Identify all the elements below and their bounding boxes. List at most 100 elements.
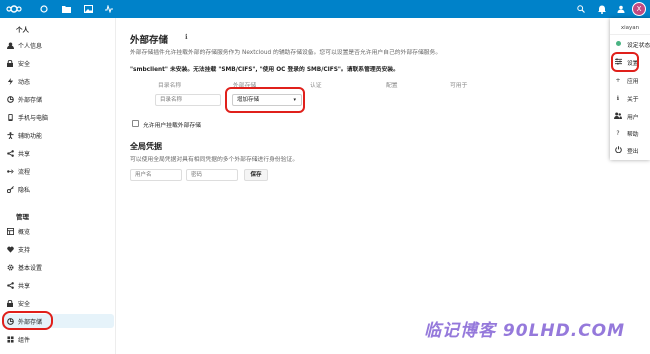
gear-icon — [5, 262, 15, 272]
password-input[interactable] — [186, 169, 238, 181]
sidebar-item-admin-sharing[interactable]: 共享 — [2, 278, 114, 292]
save-button[interactable]: 保存 — [244, 169, 268, 181]
search-icon[interactable] — [575, 3, 587, 15]
menu-item-label: 用户 — [627, 114, 639, 121]
sidebar-item-support[interactable]: 支持 — [2, 242, 114, 256]
sidebar-item-label: 组件 — [18, 336, 31, 344]
global-credentials-title: 全局凭据 — [130, 142, 162, 151]
flow-icon — [5, 166, 15, 176]
external-storage-icon — [5, 94, 15, 104]
allow-user-mount-label[interactable]: 允许用户挂载外部存储 — [143, 120, 201, 129]
user-avatar-button[interactable]: X — [632, 2, 646, 16]
sidebar-highlight-ring — [2, 311, 53, 330]
share-icon — [5, 280, 15, 290]
nextcloud-logo-icon[interactable] — [6, 3, 22, 15]
sidebar-item-personal-info[interactable]: 个人信息 — [2, 38, 114, 52]
menu-item-label: 设定状态 — [627, 42, 650, 49]
sidebar-item-sharing[interactable]: 共享 — [2, 146, 114, 160]
sidebar-item-basic-settings[interactable]: 基本设置 — [2, 260, 114, 274]
sidebar-item-external-storage[interactable]: 外部存储 — [2, 92, 114, 106]
sidebar-item-flow[interactable]: 流程 — [2, 164, 114, 178]
page-description: 外部存储插件允许挂载外部的存储服务作为 Nextcloud 的辅助存储设备。您可… — [130, 50, 442, 56]
menu-item-label: 帮助 — [627, 131, 639, 138]
sidebar-item-label: 支持 — [18, 246, 31, 254]
menu-item-apps[interactable]: + 应用 — [614, 75, 639, 85]
column-header-folder: 目录名称 — [158, 83, 182, 89]
sidebar-item-label: 共享 — [18, 150, 31, 158]
menu-username: xiayan — [620, 25, 640, 31]
privacy-key-icon — [5, 184, 15, 194]
info-icon[interactable]: ℹ — [185, 33, 188, 41]
menu-divider — [610, 34, 650, 35]
admin-section-caption: 管理 — [16, 213, 29, 221]
person-icon — [5, 40, 15, 50]
settings-sidebar: 个人 个人信息 安全 动态 外部存储 手机与电脑 辅助功能 共享 流程 隐私 管… — [0, 18, 116, 354]
help-icon: ? — [616, 129, 620, 137]
sidebar-item-label: 概览 — [18, 228, 31, 236]
column-header-auth: 认证 — [310, 83, 322, 89]
sidebar-item-label: 手机与电脑 — [18, 114, 49, 122]
files-folder-icon[interactable] — [60, 3, 72, 15]
sidebar-item-accessibility[interactable]: 辅助功能 — [2, 128, 114, 142]
sidebar-item-overview[interactable]: 概览 — [2, 224, 114, 238]
sidebar-item-label: 安全 — [18, 60, 31, 68]
menu-item-label: 关于 — [627, 96, 639, 103]
phone-icon — [5, 112, 15, 122]
lock-icon — [5, 58, 15, 68]
plus-icon: + — [615, 76, 621, 84]
share-icon — [5, 148, 15, 158]
sidebar-item-apps[interactable]: 组件 — [2, 332, 114, 346]
sidebar-item-label: 共享 — [18, 282, 31, 290]
support-icon — [5, 244, 15, 254]
sidebar-item-label: 个人信息 — [18, 42, 43, 50]
sidebar-item-activity[interactable]: 动态 — [2, 74, 114, 88]
menu-item-help[interactable]: ? 帮助 — [614, 128, 639, 138]
menu-item-label: 登出 — [627, 148, 639, 155]
column-header-config: 配置 — [386, 83, 398, 89]
column-header-available-for: 可用于 — [450, 83, 468, 89]
sidebar-item-label: 安全 — [18, 300, 31, 308]
sidebar-item-label: 动态 — [18, 78, 31, 86]
info-icon: ℹ — [616, 94, 620, 102]
global-credentials-description: 可以使用全局凭据对具有相同凭据的多个外部存储进行身份验证。 — [130, 157, 299, 163]
add-storage-highlight-ring — [225, 87, 305, 113]
top-bar: X — [0, 0, 650, 18]
user-menu: xiayan 设定状态 设置 + 应用 ℹ 关于 用户 ? 帮助 登出 — [610, 18, 650, 160]
sidebar-item-privacy[interactable]: 隐私 — [2, 182, 114, 196]
activity-icon — [5, 76, 15, 86]
overview-icon — [5, 226, 15, 236]
sidebar-item-label: 隐私 — [18, 186, 31, 194]
notifications-icon[interactable] — [596, 3, 608, 15]
menu-item-set-status[interactable]: 设定状态 — [614, 39, 650, 49]
watermark-text: 临记博客 90LHD.COM — [424, 321, 626, 341]
sidebar-item-label: 基本设置 — [18, 264, 43, 272]
menu-item-label: 应用 — [627, 78, 639, 85]
sidebar-item-label: 辅助功能 — [18, 132, 43, 140]
lock-icon — [5, 298, 15, 308]
sidebar-item-admin-security[interactable]: 安全 — [2, 296, 114, 310]
sidebar-item-label: 外部存储 — [18, 96, 43, 104]
power-icon — [614, 145, 622, 155]
personal-section-caption: 个人 — [16, 26, 29, 34]
smbclient-warning: "smbclient" 未安装。无法挂载 "SMB/CIFS", "使用 OC … — [130, 67, 399, 73]
contacts-icon[interactable] — [615, 3, 627, 15]
photos-icon[interactable] — [82, 3, 94, 15]
status-dot-icon — [614, 40, 622, 48]
page-title: 外部存储 — [130, 35, 169, 46]
apps-icon — [5, 334, 15, 344]
dashboard-icon[interactable] — [38, 3, 50, 15]
settings-highlight-ring — [611, 52, 639, 72]
allow-user-mount-checkbox[interactable] — [132, 120, 139, 127]
sidebar-item-label: 流程 — [18, 168, 31, 176]
username-input[interactable] — [130, 169, 182, 181]
menu-item-about[interactable]: ℹ 关于 — [614, 93, 639, 103]
accessibility-icon — [5, 130, 15, 140]
main-content: 外部存储 ℹ 外部存储插件允许挂载外部的存储服务作为 Nextcloud 的辅助… — [116, 18, 650, 354]
folder-name-input[interactable] — [155, 94, 221, 106]
users-icon — [614, 112, 622, 121]
sidebar-item-security[interactable]: 安全 — [2, 56, 114, 70]
activity-icon[interactable] — [103, 3, 115, 15]
sidebar-item-mobile-desktop[interactable]: 手机与电脑 — [2, 110, 114, 124]
menu-item-users[interactable]: 用户 — [614, 111, 639, 121]
menu-item-logout[interactable]: 登出 — [614, 145, 639, 155]
